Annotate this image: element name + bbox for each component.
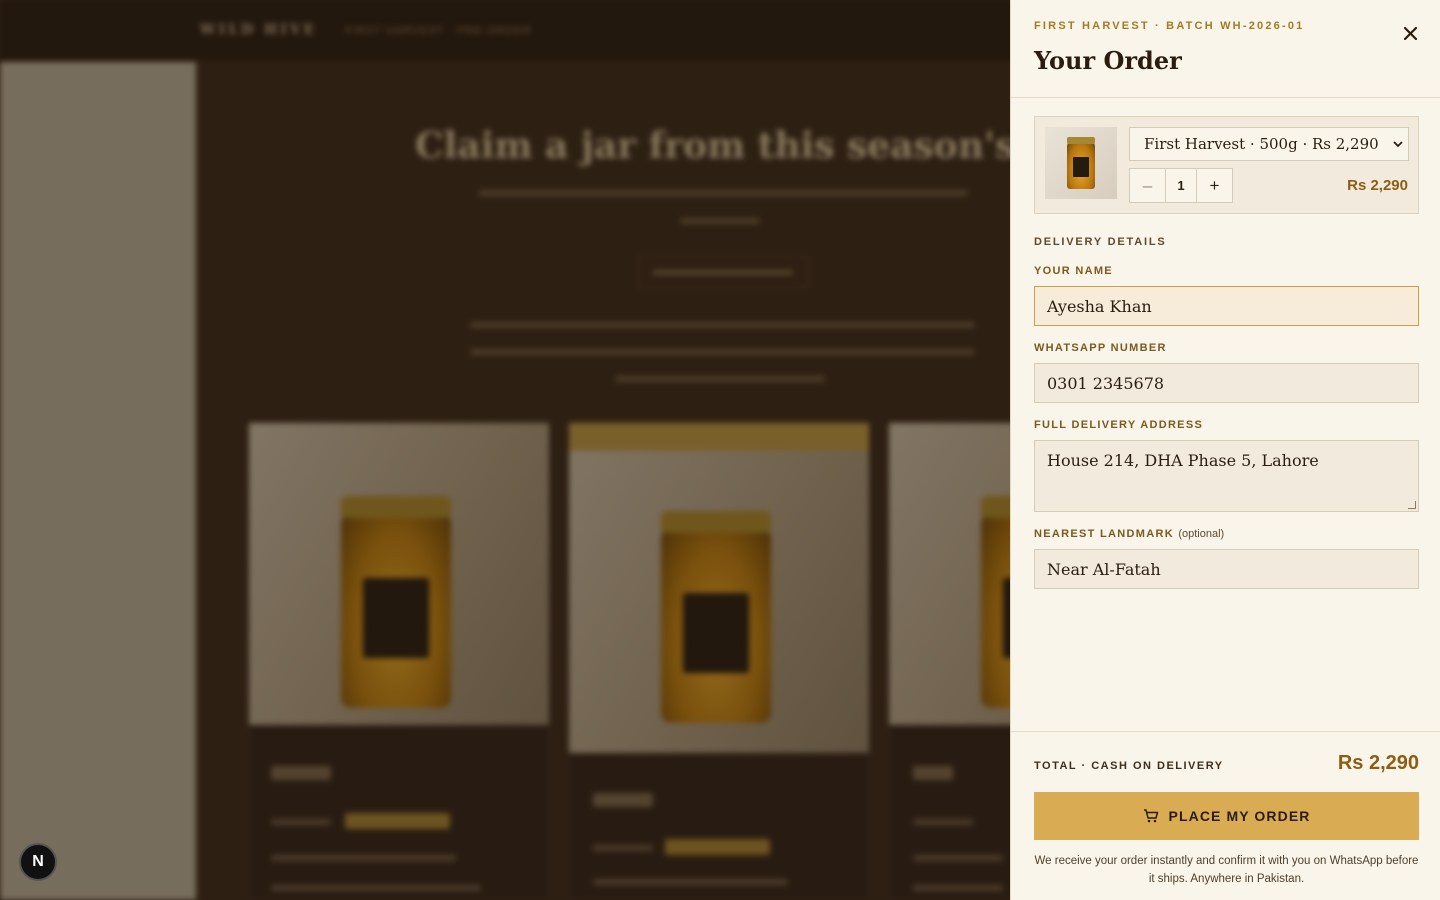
honey-jar-image bbox=[1067, 137, 1095, 189]
name-input-value: Ayesha Khan bbox=[1047, 296, 1152, 316]
resize-handle-icon[interactable] bbox=[1408, 501, 1416, 509]
quantity-stepper[interactable]: – 1 + bbox=[1129, 168, 1233, 203]
address-textarea[interactable]: House 214, DHA Phase 5, Lahore bbox=[1034, 440, 1419, 512]
product-thumbnail bbox=[1045, 127, 1117, 199]
landmark-label-text: NEAREST LANDMARK bbox=[1034, 528, 1174, 540]
cart-icon bbox=[1143, 809, 1158, 823]
batch-eyebrow: FIRST HARVEST · BATCH WH-2026-01 bbox=[1034, 20, 1305, 32]
name-input[interactable]: Ayesha Khan bbox=[1034, 286, 1419, 326]
order-line-item: First Harvest · 500g · Rs 2,290 – 1 + Rs… bbox=[1034, 116, 1419, 214]
whatsapp-input[interactable]: 0301 2345678 bbox=[1034, 363, 1419, 403]
whatsapp-label: WHATSAPP NUMBER bbox=[1034, 342, 1167, 354]
optional-hint: (optional) bbox=[1178, 528, 1225, 540]
whatsapp-input-value: 0301 2345678 bbox=[1047, 373, 1165, 393]
close-button[interactable] bbox=[1395, 18, 1425, 48]
total-value: Rs 2,290 bbox=[1337, 752, 1419, 774]
landmark-label: NEAREST LANDMARK (optional) bbox=[1034, 528, 1224, 540]
name-label: YOUR NAME bbox=[1034, 265, 1113, 277]
line-total: Rs 2,290 bbox=[1347, 177, 1408, 194]
decrement-button[interactable]: – bbox=[1130, 169, 1165, 202]
landmark-input[interactable]: Near Al-Fatah bbox=[1034, 549, 1419, 589]
variant-select-value: First Harvest · 500g · Rs 2,290 bbox=[1144, 135, 1379, 153]
close-icon bbox=[1403, 26, 1417, 40]
place-order-label: PLACE MY ORDER bbox=[1168, 808, 1311, 824]
landmark-input-value: Near Al-Fatah bbox=[1047, 559, 1161, 579]
order-drawer: FIRST HARVEST · BATCH WH-2026-01 Your Or… bbox=[1010, 0, 1440, 900]
framework-badge[interactable]: N bbox=[19, 843, 57, 881]
drawer-footer: TOTAL · CASH ON DELIVERY Rs 2,290 PLACE … bbox=[1011, 731, 1440, 900]
variant-select[interactable]: First Harvest · 500g · Rs 2,290 bbox=[1129, 127, 1409, 161]
badge-letter: N bbox=[32, 853, 44, 870]
address-label: FULL DELIVERY ADDRESS bbox=[1034, 419, 1204, 431]
place-order-button[interactable]: PLACE MY ORDER bbox=[1034, 792, 1419, 840]
delivery-section-heading: DELIVERY DETAILS bbox=[1034, 236, 1167, 248]
drawer-header: FIRST HARVEST · BATCH WH-2026-01 Your Or… bbox=[1011, 0, 1440, 98]
chevron-down-icon bbox=[1393, 141, 1403, 148]
order-note: We receive your order instantly and conf… bbox=[1034, 855, 1419, 885]
quantity-value[interactable]: 1 bbox=[1165, 169, 1197, 202]
address-textarea-value: House 214, DHA Phase 5, Lahore bbox=[1047, 451, 1319, 470]
total-label: TOTAL · CASH ON DELIVERY bbox=[1034, 760, 1224, 772]
increment-button[interactable]: + bbox=[1197, 169, 1232, 202]
drawer-title: Your Order bbox=[1034, 46, 1182, 75]
